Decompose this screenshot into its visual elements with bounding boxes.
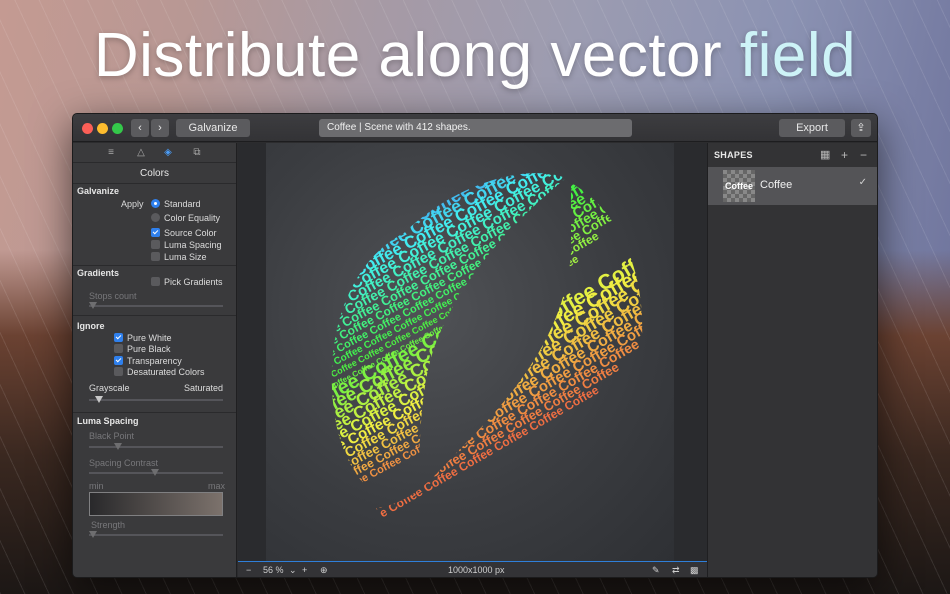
apply-label: Apply — [121, 199, 144, 209]
luma-spacing-checkbox[interactable]: Luma Spacing — [151, 240, 222, 250]
remove-shape-button[interactable]: − — [860, 148, 867, 162]
luma-spacing-heading: Luma Spacing — [77, 416, 139, 426]
status-bar: − 56 % ⌄ + ⊕ 1000x1000 px ✎ ⇄ ▩ — [238, 561, 707, 577]
desaturated-checkbox[interactable]: Desaturated Colors — [114, 367, 205, 377]
layers-icon[interactable]: ⧉ — [191, 147, 203, 159]
spacing-contrast-label: Spacing Contrast — [89, 458, 159, 468]
source-color-checkbox[interactable]: Source Color — [151, 228, 217, 238]
luma-gradient-preview — [89, 492, 223, 516]
back-button[interactable]: ‹ — [131, 119, 149, 137]
ignore-heading: Ignore — [77, 321, 105, 331]
coffee-bean-word-cloud: Coffee Coffee Coffee Coffee Coffee Coffe… — [332, 173, 642, 532]
inspector-panel: ≡ △ ◈ ⧉ Colors Galvanize Apply Standard … — [73, 143, 237, 577]
max-label: max — [208, 481, 226, 491]
app-window: ‹ › Galvanize Coffee | Scene with 412 sh… — [72, 113, 878, 578]
divider — [73, 265, 236, 266]
stops-count-slider[interactable] — [89, 302, 223, 309]
transparency-checkbox[interactable]: Transparency — [114, 356, 182, 366]
swap-icon[interactable]: ⇄ — [672, 565, 680, 576]
black-point-label: Black Point — [89, 431, 135, 441]
shapes-panel: SHAPES ▦ + − Coffee Coffee ✓ — [707, 143, 877, 577]
colors-icon[interactable]: ◈ — [162, 147, 174, 159]
checkerboard-icon[interactable]: ▩ — [690, 565, 699, 576]
close-button[interactable] — [82, 123, 93, 134]
artboard[interactable]: Coffee Coffee Coffee Coffee Coffee Coffe… — [266, 143, 674, 563]
panel-title: Colors — [73, 163, 236, 184]
minimize-button[interactable] — [97, 123, 108, 134]
list-icon[interactable]: ≡ — [105, 147, 117, 159]
zoom-level[interactable]: 56 % — [263, 565, 284, 575]
checkmark-icon: ✓ — [858, 177, 867, 188]
saturated-label: Saturated — [184, 383, 224, 393]
pure-black-checkbox[interactable]: Pure Black — [114, 344, 171, 354]
pick-gradients-checkbox[interactable]: Pick Gradients — [151, 277, 223, 287]
stops-count-label: Stops count — [89, 291, 137, 301]
zoom-button[interactable] — [112, 123, 123, 134]
shape-name: Coffee — [760, 179, 793, 191]
canvas-area[interactable]: Coffee Coffee Coffee Coffee Coffee Coffe… — [238, 143, 707, 563]
zoom-in-button[interactable]: + — [302, 565, 307, 575]
triangle-icon[interactable]: △ — [135, 147, 147, 159]
inspector-tabs: ≡ △ ◈ ⧉ — [73, 143, 236, 163]
luma-size-checkbox[interactable]: Luma Size — [151, 252, 207, 262]
standard-radio[interactable]: Standard — [151, 199, 201, 209]
saturation-slider[interactable] — [89, 396, 223, 403]
canvas-size: 1000x1000 px — [448, 565, 505, 575]
titlebar: ‹ › Galvanize Coffee | Scene with 412 sh… — [73, 114, 877, 142]
magnifier-icon[interactable]: ⊕ — [320, 565, 328, 576]
grid-icon[interactable]: ▦ — [820, 148, 830, 161]
black-point-slider[interactable] — [89, 443, 223, 450]
gradients-heading: Gradients — [77, 268, 120, 278]
pure-white-checkbox[interactable]: Pure White — [114, 333, 172, 343]
add-shape-button[interactable]: + — [841, 148, 848, 162]
grayscale-label: Grayscale — [89, 383, 130, 393]
headline: Distribute along vector field — [93, 21, 857, 90]
shape-list-item[interactable]: Coffee Coffee ✓ — [708, 167, 877, 205]
min-label: min — [89, 481, 104, 491]
color-equality-radio[interactable]: Color Equality — [151, 213, 220, 223]
spacing-contrast-slider[interactable] — [89, 469, 223, 476]
share-button[interactable]: ⇪ — [851, 119, 871, 137]
chevron-down-icon[interactable]: ⌄ — [289, 565, 297, 576]
divider — [73, 315, 236, 316]
galvanize-heading: Galvanize — [77, 186, 120, 196]
export-button[interactable]: Export — [779, 119, 845, 137]
shapes-heading: SHAPES — [714, 150, 753, 160]
document-title: Coffee | Scene with 412 shapes. — [319, 119, 632, 137]
shape-thumbnail: Coffee — [723, 170, 755, 202]
strength-slider[interactable] — [89, 531, 223, 538]
forward-button[interactable]: › — [151, 119, 169, 137]
divider — [73, 412, 236, 413]
galvanize-button[interactable]: Galvanize — [176, 119, 250, 137]
zoom-out-button[interactable]: − — [246, 565, 251, 575]
strength-label: Strength — [91, 520, 126, 530]
pen-icon[interactable]: ✎ — [652, 565, 660, 576]
